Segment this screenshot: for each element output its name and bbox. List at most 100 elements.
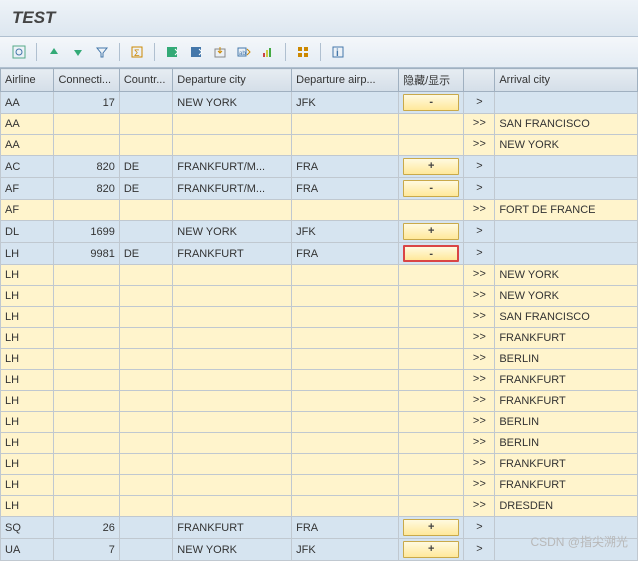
table-row[interactable]: LH9981DEFRANKFURTFRA-> [1, 243, 638, 265]
collapse-button[interactable]: - [403, 180, 459, 197]
table-row[interactable]: LH>>BERLIN [1, 412, 638, 433]
connection-cell: 1699 [54, 221, 119, 243]
table-row[interactable]: LH>>DRESDEN [1, 496, 638, 517]
table-row[interactable]: LH>>FRANKFURT [1, 475, 638, 496]
page-title: TEST [12, 8, 626, 28]
depcity-cell [173, 114, 292, 135]
table-row[interactable]: LH>>NEW YORK [1, 265, 638, 286]
column-header[interactable]: Departure city [173, 69, 292, 92]
table-row[interactable]: LH>>FRANKFURT [1, 328, 638, 349]
country-cell: DE [119, 156, 172, 178]
expand-cell [399, 307, 464, 328]
level-indicator: >> [464, 370, 495, 391]
arrival-cell: NEW YORK [495, 286, 638, 307]
depcity-cell [173, 454, 292, 475]
depcity-cell: FRANKFURT [173, 517, 292, 539]
table-row[interactable]: LH>>SAN FRANCISCO [1, 307, 638, 328]
column-header[interactable]: Departure airp... [292, 69, 399, 92]
airline-cell: AF [1, 178, 54, 200]
table-row[interactable]: LH>>NEW YORK [1, 286, 638, 307]
expand-button[interactable]: + [403, 541, 459, 558]
country-cell: DE [119, 243, 172, 265]
export-excel-icon[interactable] [161, 41, 183, 63]
expand-cell: + [399, 539, 464, 561]
connection-cell [54, 328, 119, 349]
country-cell [119, 265, 172, 286]
total-icon[interactable]: Σ [126, 41, 148, 63]
connection-cell [54, 200, 119, 221]
depairp-cell: JFK [292, 221, 399, 243]
details-icon[interactable] [8, 41, 30, 63]
depcity-cell: FRANKFURT [173, 243, 292, 265]
expand-cell [399, 370, 464, 391]
connection-cell [54, 349, 119, 370]
expand-cell [399, 349, 464, 370]
collapse-button[interactable]: - [403, 245, 459, 262]
depcity-cell [173, 412, 292, 433]
airline-cell: AC [1, 156, 54, 178]
column-header[interactable]: Airline [1, 69, 54, 92]
level-indicator: >> [464, 454, 495, 475]
table-row[interactable]: LH>>BERLIN [1, 349, 638, 370]
depcity-cell [173, 265, 292, 286]
chart-icon[interactable] [257, 41, 279, 63]
connection-cell [54, 475, 119, 496]
airline-cell: LH [1, 433, 54, 454]
country-cell [119, 475, 172, 496]
expand-button[interactable]: + [403, 158, 459, 175]
table-row[interactable]: AA>>NEW YORK [1, 135, 638, 156]
info-icon[interactable]: i [327, 41, 349, 63]
column-header[interactable] [464, 69, 495, 92]
filter-icon[interactable] [91, 41, 113, 63]
column-header[interactable]: Arrival city [495, 69, 638, 92]
country-cell [119, 135, 172, 156]
table-row[interactable]: AA17NEW YORKJFK-> [1, 92, 638, 114]
connection-cell [54, 307, 119, 328]
table-row[interactable]: AA>>SAN FRANCISCO [1, 114, 638, 135]
arrival-cell [495, 92, 638, 114]
column-header[interactable]: 隐藏/显示 [399, 69, 464, 92]
expand-button[interactable]: + [403, 223, 459, 240]
depcity-cell [173, 391, 292, 412]
column-header[interactable]: Countr... [119, 69, 172, 92]
airline-cell: LH [1, 475, 54, 496]
expand-cell [399, 475, 464, 496]
table-row[interactable]: AF>>FORT DE FRANCE [1, 200, 638, 221]
sort-desc-icon[interactable] [67, 41, 89, 63]
export-abc-icon[interactable]: ab [233, 41, 255, 63]
grid-icon[interactable] [292, 41, 314, 63]
connection-cell [54, 286, 119, 307]
table-row[interactable]: DL1699NEW YORKJFK+> [1, 221, 638, 243]
level-indicator: > [464, 178, 495, 200]
export-local-icon[interactable] [209, 41, 231, 63]
country-cell [119, 286, 172, 307]
depcity-cell [173, 433, 292, 454]
depairp-cell [292, 265, 399, 286]
column-header[interactable]: Connecti... [54, 69, 119, 92]
expand-cell: + [399, 221, 464, 243]
airline-cell: LH [1, 412, 54, 433]
table-row[interactable]: AF820DEFRANKFURT/M...FRA-> [1, 178, 638, 200]
table-row[interactable]: LH>>FRANKFURT [1, 370, 638, 391]
country-cell [119, 307, 172, 328]
airline-cell: UA [1, 539, 54, 561]
airline-cell: DL [1, 221, 54, 243]
table-row[interactable]: LH>>FRANKFURT [1, 391, 638, 412]
table-row[interactable]: LH>>BERLIN [1, 433, 638, 454]
airline-cell: LH [1, 328, 54, 349]
expand-cell [399, 391, 464, 412]
arrival-cell: SAN FRANCISCO [495, 307, 638, 328]
sort-asc-icon[interactable] [43, 41, 65, 63]
connection-cell [54, 391, 119, 412]
level-indicator: > [464, 156, 495, 178]
expand-button[interactable]: + [403, 519, 459, 536]
depcity-cell: NEW YORK [173, 539, 292, 561]
collapse-button[interactable]: - [403, 94, 459, 111]
level-indicator: >> [464, 349, 495, 370]
table-row[interactable]: LH>>FRANKFURT [1, 454, 638, 475]
page-header: TEST [0, 0, 638, 37]
depairp-cell [292, 475, 399, 496]
export-word-icon[interactable] [185, 41, 207, 63]
arrival-cell: FRANKFURT [495, 391, 638, 412]
table-row[interactable]: AC820DEFRANKFURT/M...FRA+> [1, 156, 638, 178]
